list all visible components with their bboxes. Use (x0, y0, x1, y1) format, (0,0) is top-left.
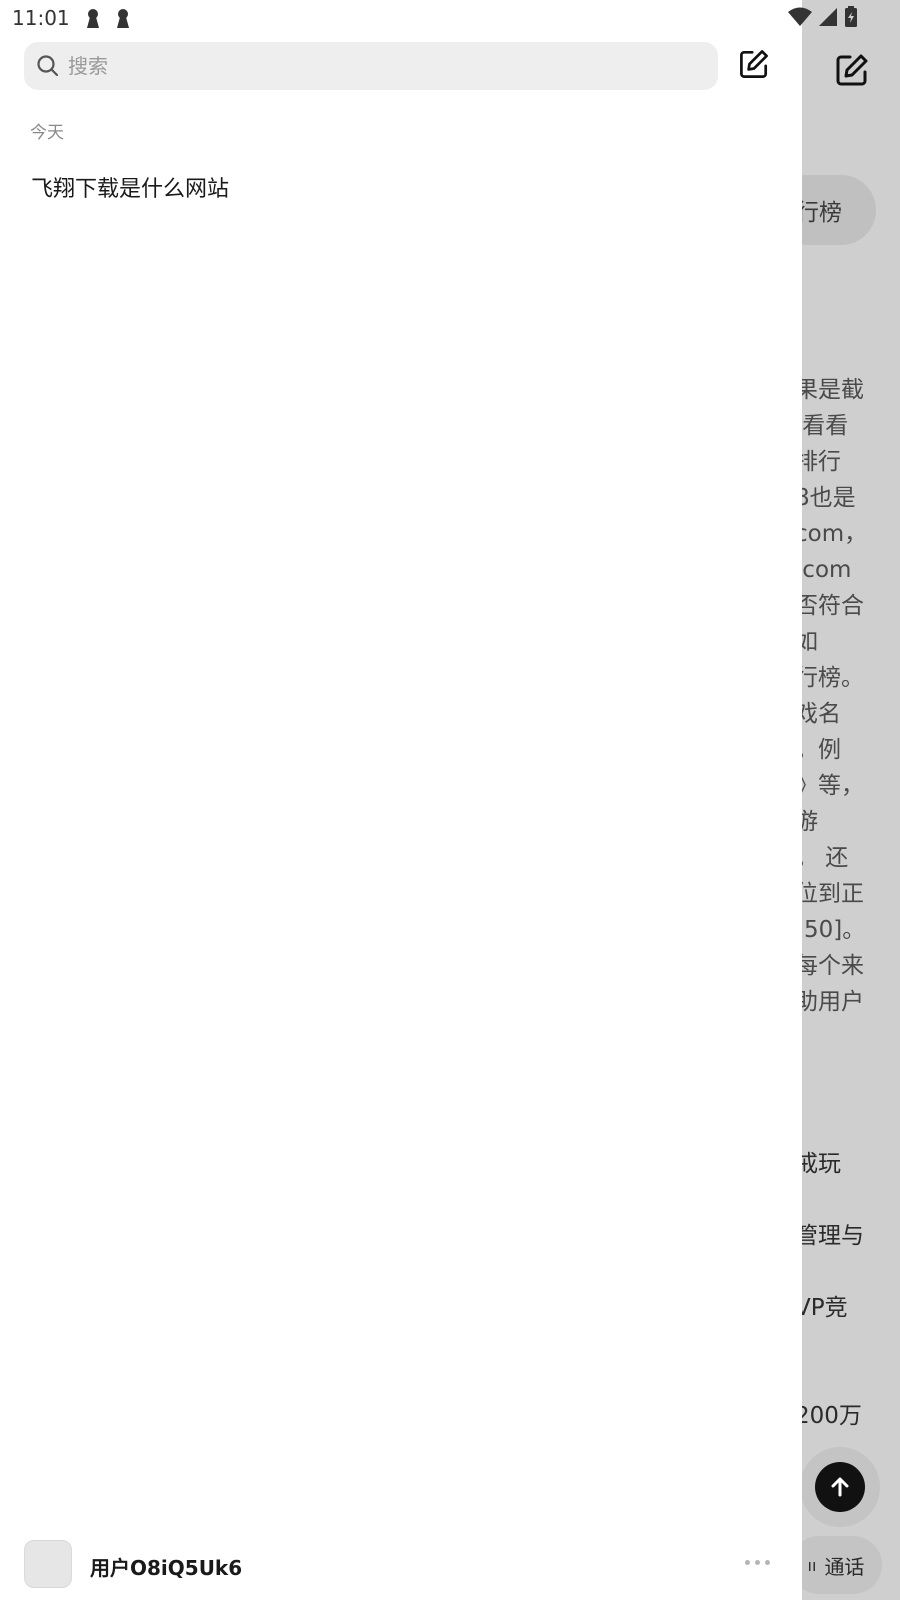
arrow-up-icon (815, 1462, 865, 1512)
status-bar: 11:01 (0, 0, 900, 36)
edit-icon (740, 50, 768, 78)
history-drawer: 今天 飞翔下载是什么网站 用户O8iQ5Uk6 (0, 0, 802, 1600)
avatar[interactable] (24, 1540, 72, 1588)
wifi-icon (788, 7, 812, 26)
search-icon (37, 55, 59, 77)
background-call-label: 通话 (824, 1554, 865, 1579)
user-name: 用户O8iQ5Uk6 (90, 1556, 243, 1580)
background-list-item: VP竞 (795, 1295, 848, 1321)
new-chat-button[interactable] (734, 44, 774, 84)
chat-history-item[interactable]: 飞翔下载是什么网站 (18, 160, 782, 214)
background-list-item: 管理与 (795, 1223, 864, 1249)
background-scroll-up-button (800, 1447, 880, 1527)
more-dots-icon (744, 1559, 750, 1565)
background-answer-text: 果是截 看看 排行 8也是 com， .com 否符合 如 行榜。 戏名 。例 … (795, 377, 868, 1015)
search-box[interactable] (24, 42, 718, 90)
search-input[interactable] (68, 54, 668, 78)
status-system-icons (788, 6, 858, 28)
more-dots-icon (754, 1559, 760, 1565)
keyhole-icon (116, 9, 129, 28)
status-notification-icons (84, 7, 132, 29)
background-list-item: 200万 (795, 1403, 862, 1429)
background-edit-icon (832, 50, 872, 90)
background-call-button: ıı 通话 (790, 1536, 882, 1594)
user-bar[interactable]: 用户O8iQ5Uk6 (0, 1536, 802, 1596)
more-options-button[interactable] (740, 1550, 774, 1574)
status-time: 11:01 (12, 6, 70, 30)
keyhole-icon (86, 9, 99, 28)
signal-icon (819, 8, 837, 26)
battery-icon (845, 6, 857, 27)
voice-wave-icon: ıı (807, 1555, 817, 1575)
chat-history-item-title: 飞翔下载是什么网站 (31, 177, 230, 202)
section-label-today: 今天 (30, 123, 64, 143)
more-dots-icon (764, 1559, 770, 1565)
